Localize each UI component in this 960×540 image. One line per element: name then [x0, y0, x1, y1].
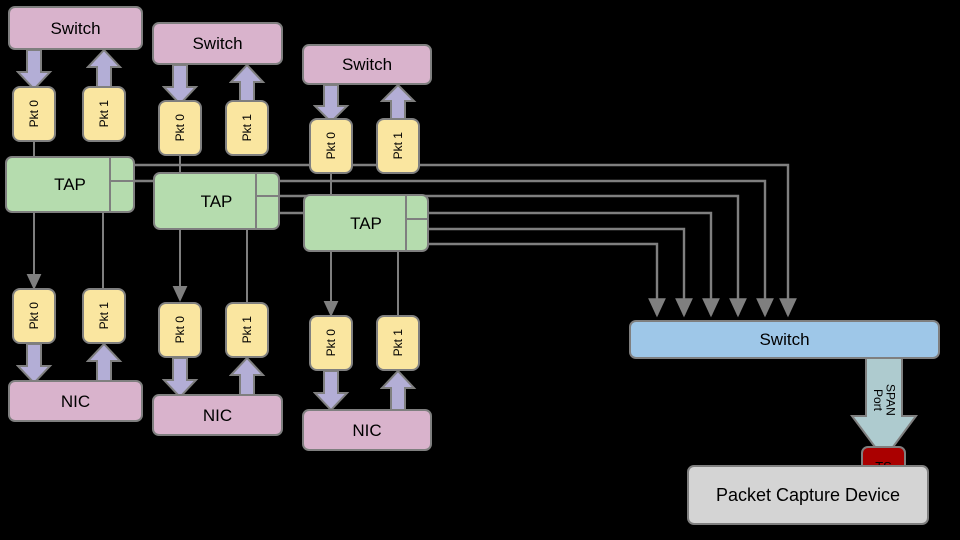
group-3-switch[interactable]: Switch	[302, 44, 432, 85]
span-port-label-group: Port SPAN	[858, 370, 910, 430]
group-2-pkt1-bottom[interactable]: Pkt 1	[225, 302, 269, 358]
group-2-switch-to-pkt0-arrow	[162, 65, 199, 105]
group-1-nic[interactable]: NIC	[8, 380, 143, 422]
group-1-pkt0-top[interactable]: Pkt 0	[12, 86, 56, 142]
span-port-label-line1: SPAN	[883, 384, 898, 416]
group-3-nic[interactable]: NIC	[302, 409, 432, 451]
group-2-switch-label: Switch	[192, 34, 243, 53]
group-2-pkt0-bottom[interactable]: Pkt 0	[158, 302, 202, 358]
group-3-pkt0-top[interactable]: Pkt 0	[309, 118, 353, 174]
packet-capture-device[interactable]: Packet Capture Device	[687, 465, 929, 525]
group-3-pkt0-top-label: Pkt 0	[324, 132, 338, 160]
group-2-nic-label: NIC	[202, 405, 233, 425]
group-3-pkt1-top-label: Pkt 1	[391, 132, 405, 160]
group-1-switch[interactable]: Switch	[8, 6, 143, 50]
group-2-nic-to-pkt1-arrow	[229, 358, 266, 398]
group-1-pkt0-top-label: Pkt 0	[27, 100, 41, 128]
group-2-pkt0-top[interactable]: Pkt 0	[158, 100, 202, 156]
group-1-switch-to-pkt0-arrow	[16, 50, 53, 90]
group-3-tap-label: TAP	[350, 213, 382, 233]
span-port-label-line2: Port	[871, 388, 885, 411]
group-2-pkt1-to-switch-arrow	[229, 65, 266, 105]
group-3-switch-label: Switch	[341, 55, 393, 74]
group-1-pkt1-to-switch-arrow	[86, 50, 123, 90]
group-2-switch[interactable]: Switch	[152, 22, 283, 65]
group-2-tap-label: TAP	[200, 191, 233, 211]
group-2-pkt0-top-label: Pkt 0	[173, 114, 187, 142]
connector-layer	[5, 137, 797, 318]
group-2-tap-divider-h	[255, 195, 280, 197]
group-2-pkt1-top-label: Pkt 1	[240, 114, 254, 142]
aggregation-switch-label: Switch	[759, 330, 810, 349]
group-3-pkt1-top[interactable]: Pkt 1	[376, 118, 420, 174]
group-3-nic-label: NIC	[352, 420, 382, 440]
group-3-tap[interactable]: TAP	[303, 194, 429, 252]
group-1-pkt1-bottom-label: Pkt 1	[97, 302, 111, 330]
group-1-switch-label: Switch	[50, 18, 101, 38]
group-2-tap[interactable]: TAP	[153, 172, 280, 230]
group-1-pkt0-bottom-label: Pkt 0	[27, 302, 41, 330]
group-2-nic[interactable]: NIC	[152, 394, 283, 436]
group-1-pkt1-top-label: Pkt 1	[97, 100, 111, 128]
group-1-nic-to-pkt1-arrow	[86, 344, 123, 384]
group-3-pkt1-bottom-label: Pkt 1	[391, 329, 405, 357]
group-3-pkt1-bottom[interactable]: Pkt 1	[376, 315, 420, 371]
aggregation-switch[interactable]: Switch	[629, 320, 940, 359]
group-1-pkt0-bottom[interactable]: Pkt 0	[12, 288, 56, 344]
group-3-pkt0-bottom[interactable]: Pkt 0	[309, 315, 353, 371]
group-3-nic-to-pkt1-arrow	[380, 371, 417, 411]
group-2-pkt0-bottom-label: Pkt 0	[173, 316, 187, 344]
group-3-pkt0-bottom-label: Pkt 0	[324, 329, 338, 357]
group-2-pkt1-top[interactable]: Pkt 1	[225, 100, 269, 156]
group-1-pkt0-to-nic-arrow	[16, 344, 53, 384]
group-2-tap-divider-v	[255, 172, 257, 230]
group-1-tap[interactable]: TAP	[5, 156, 135, 213]
group-1-pkt1-bottom[interactable]: Pkt 1	[82, 288, 126, 344]
group-2-pkt1-bottom-label: Pkt 1	[240, 316, 254, 344]
group-3-tap-divider-v	[405, 194, 407, 252]
packet-capture-device-label: Packet Capture Device	[715, 485, 901, 505]
group-1-tap-label: TAP	[54, 175, 86, 194]
group-2-pkt0-to-nic-arrow	[162, 358, 199, 398]
group-3-pkt0-to-nic-arrow	[313, 371, 350, 411]
group-1-nic-label: NIC	[60, 391, 91, 411]
group-3-tap-divider-h	[405, 218, 429, 220]
group-1-pkt1-top[interactable]: Pkt 1	[82, 86, 126, 142]
group-1-tap-divider-v	[109, 156, 111, 213]
diagram-canvas: Switch Pkt 0 Pkt 1 TAP Pkt 0 Pkt 1 NIC S…	[0, 0, 960, 540]
group-1-tap-divider-h	[109, 180, 135, 182]
